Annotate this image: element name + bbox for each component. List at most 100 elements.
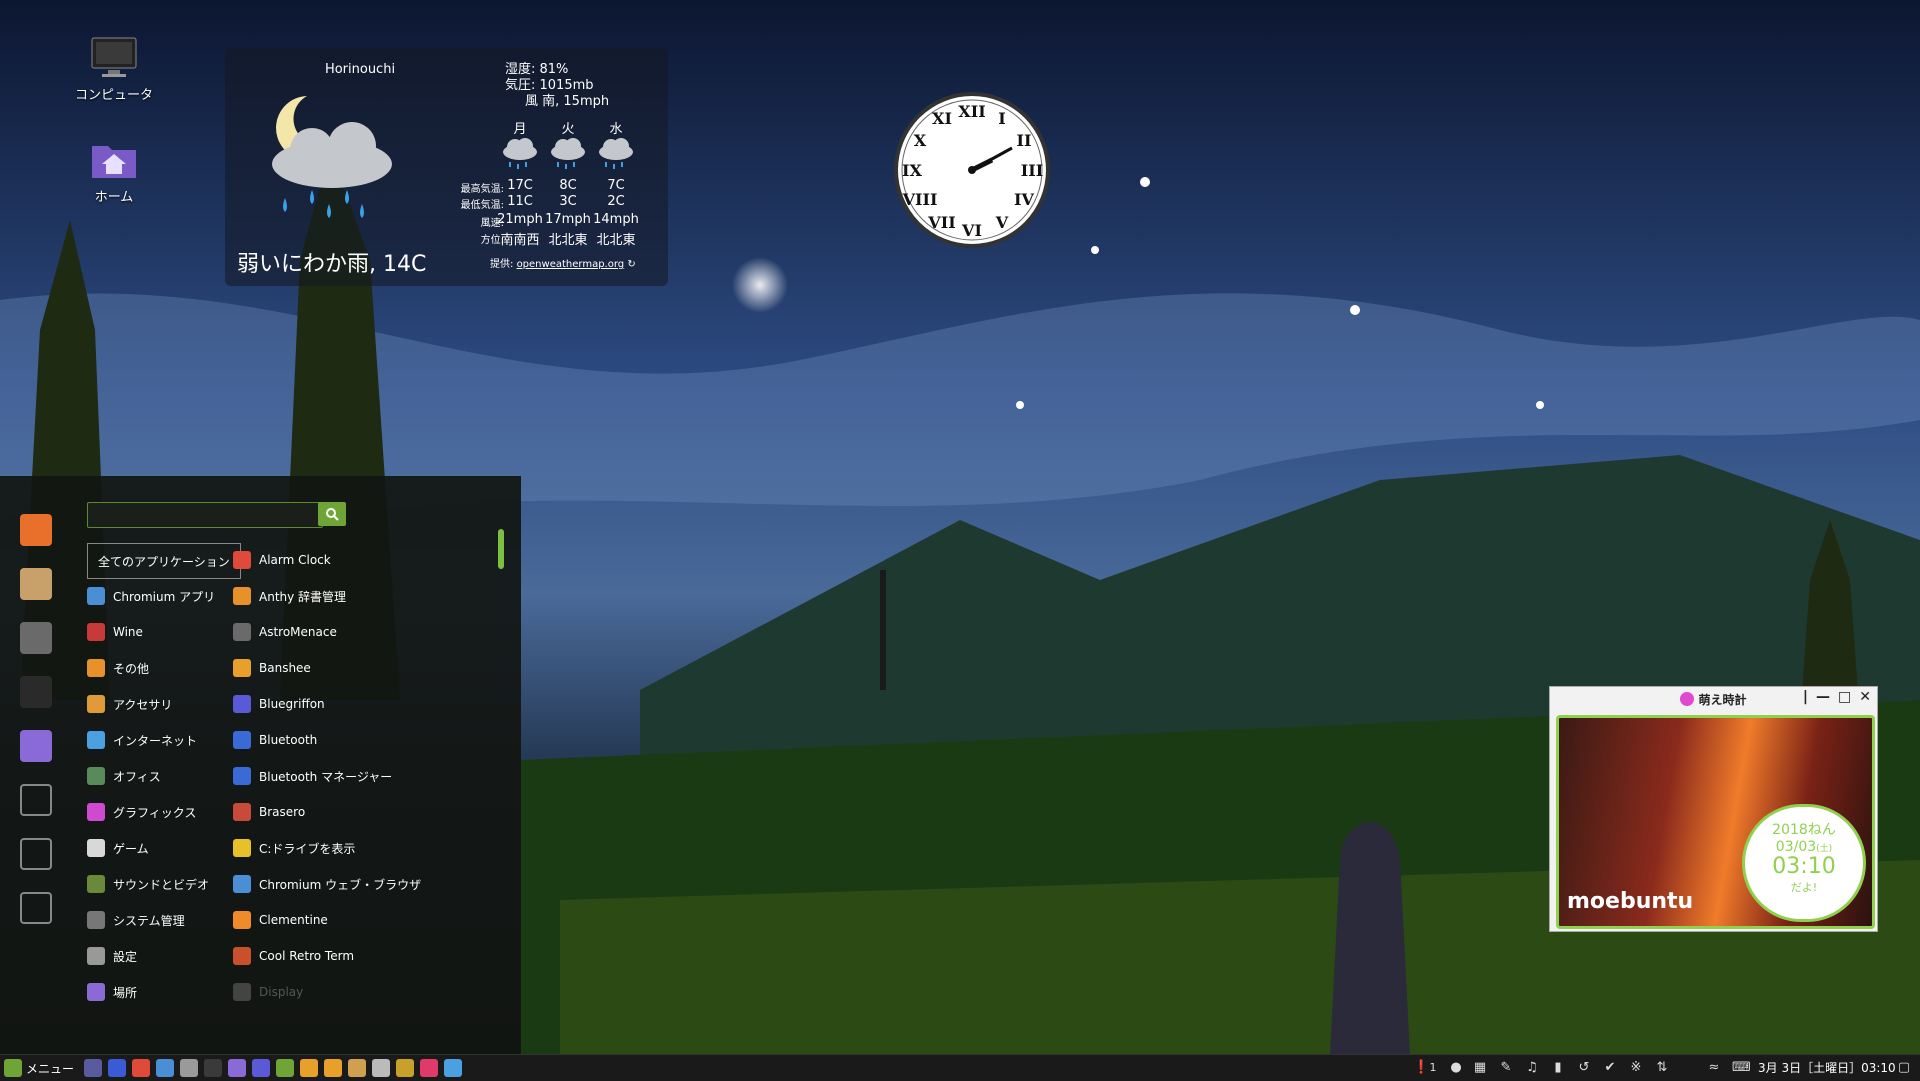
category-system[interactable]: システム管理 xyxy=(87,903,185,937)
chromium-icon[interactable] xyxy=(132,1059,150,1077)
app-item-clementine[interactable]: Clementine xyxy=(233,903,328,937)
firefox-icon[interactable] xyxy=(20,514,52,546)
app-item-c-drive[interactable]: C:ドライブを表示 xyxy=(233,831,355,865)
folder-icon[interactable] xyxy=(20,730,52,762)
system-icon xyxy=(87,911,105,929)
sound-video-icon xyxy=(87,875,105,893)
category-sound-video[interactable]: サウンドとビデオ xyxy=(87,867,209,901)
text-editor-icon[interactable] xyxy=(300,1059,318,1077)
maximize-icon[interactable]: □ xyxy=(1838,689,1851,705)
internet-icon xyxy=(87,731,105,749)
window-titlebar[interactable]: 萌え時計 | — □ ✕ xyxy=(1550,687,1877,711)
spotify-icon[interactable] xyxy=(276,1059,294,1077)
category-label: 場所 xyxy=(113,985,138,1000)
user-icon[interactable]: ● xyxy=(1448,1059,1464,1077)
web-browser-icon[interactable] xyxy=(156,1059,174,1077)
refresh-icon[interactable]: ↻ xyxy=(627,259,635,270)
menu-scrollbar[interactable] xyxy=(498,529,504,569)
terminal-icon[interactable] xyxy=(204,1059,222,1077)
lock-screen-icon[interactable] xyxy=(20,784,52,816)
search-input[interactable] xyxy=(87,502,323,528)
bluegriffon-icon[interactable] xyxy=(252,1059,270,1077)
app-item-brasero[interactable]: Brasero xyxy=(233,795,305,829)
network-icon[interactable] xyxy=(444,1059,462,1077)
category-accessories[interactable]: アクセサリ xyxy=(87,687,172,721)
app-item-bluetooth-manager[interactable]: Bluetooth マネージャー xyxy=(233,759,392,793)
category-wine[interactable]: Wine xyxy=(87,615,143,649)
category-chromium[interactable]: Chromium アプリ xyxy=(87,579,215,613)
show-desktop-icon[interactable]: ▢ xyxy=(1896,1059,1912,1077)
settings-icon[interactable] xyxy=(348,1059,366,1077)
bluegriffon-icon xyxy=(233,695,251,713)
update-icon[interactable]: ↺ xyxy=(1576,1059,1592,1077)
category-all-apps[interactable]: 全てのアプリケーション xyxy=(87,543,241,579)
app-item-banshee[interactable]: Banshee xyxy=(233,651,311,685)
banshee-icon xyxy=(233,659,251,677)
app-item-bluetooth[interactable]: Bluetooth xyxy=(233,723,317,757)
moe-date: 03/03 xyxy=(1775,839,1817,855)
app-item-bluegriffon[interactable]: Bluegriffon xyxy=(233,687,325,721)
clock-datetime[interactable]: 3月 3日［土曜日］03:10 xyxy=(1758,1059,1896,1076)
app-label: Display xyxy=(259,985,304,999)
battery-icon[interactable]: ▮ xyxy=(1550,1059,1566,1077)
menu-button[interactable]: メニュー xyxy=(4,1058,74,1078)
category-graphics[interactable]: グラフィックス xyxy=(87,795,196,829)
minimize-icon[interactable]: — xyxy=(1816,689,1830,705)
files-icon[interactable] xyxy=(228,1059,246,1077)
app-item-chromium-browser[interactable]: Chromium ウェブ・ブラウザ xyxy=(233,867,421,901)
category-label: ゲーム xyxy=(113,841,149,856)
terminal-icon[interactable] xyxy=(20,676,52,708)
app-item-astromenace[interactable]: AstroMenace xyxy=(233,615,337,649)
category-label: グラフィックス xyxy=(113,805,197,820)
category-label: アクセサリ xyxy=(113,697,173,712)
app-label: Clementine xyxy=(259,913,328,927)
app-item-anthy[interactable]: Anthy 辞書管理 xyxy=(233,579,346,613)
image-viewer-icon[interactable] xyxy=(180,1059,198,1077)
category-internet[interactable]: インターネット xyxy=(87,723,197,757)
desktop-icon-home[interactable]: ホーム xyxy=(64,136,164,205)
rain-cloud-moon-icon xyxy=(272,96,392,218)
taskbar: メニュー ❗ 1 ● ▦ ✎ ♫ ▮ ↺ ✔ ※ ⇅ ≈ ⌨ 3月 3日［土曜日… xyxy=(0,1054,1920,1081)
forecast-day: 月 xyxy=(513,122,527,137)
show-desktop-icon[interactable] xyxy=(84,1059,102,1077)
volume-icon[interactable]: ♫ xyxy=(1524,1059,1540,1077)
keyboard-icon[interactable]: ⌨ xyxy=(1732,1059,1751,1077)
bluetooth-icon[interactable]: ※ xyxy=(1628,1059,1644,1077)
app-item-alarm-clock[interactable]: Alarm Clock xyxy=(233,543,331,577)
clipboard-icon[interactable]: ▦ xyxy=(1472,1059,1488,1077)
window-menu-icon[interactable]: | xyxy=(1803,689,1808,705)
thunderbird-icon[interactable] xyxy=(108,1059,126,1077)
system-settings-icon[interactable] xyxy=(20,622,52,654)
calculator-icon[interactable] xyxy=(372,1059,390,1077)
sync-icon[interactable]: ⇅ xyxy=(1654,1059,1670,1077)
logout-icon[interactable] xyxy=(20,838,52,870)
weather-credit-link[interactable]: openweathermap.org xyxy=(517,259,625,270)
category-office[interactable]: オフィス xyxy=(87,759,161,793)
shutdown-icon[interactable] xyxy=(20,892,52,924)
category-label: サウンドとビデオ xyxy=(113,877,210,892)
app-label: Bluetooth マネージャー xyxy=(259,769,393,784)
shield-icon[interactable]: ✔ xyxy=(1602,1059,1618,1077)
chromium-icon xyxy=(87,587,105,605)
wifi-icon[interactable]: ≈ xyxy=(1706,1059,1722,1077)
search-button[interactable] xyxy=(318,502,346,526)
other-icon xyxy=(87,659,105,677)
media-player-icon[interactable] xyxy=(420,1059,438,1077)
desktop-icon-computer[interactable]: コンピュータ xyxy=(64,34,164,103)
category-settings[interactable]: 設定 xyxy=(87,939,137,973)
app-item-display[interactable]: Display xyxy=(233,975,303,1009)
package-manager-icon[interactable] xyxy=(20,568,52,600)
banshee-icon[interactable] xyxy=(324,1059,342,1077)
window-controls: | — □ ✕ xyxy=(1803,689,1871,705)
category-games[interactable]: ゲーム xyxy=(87,831,149,865)
category-label: 設定 xyxy=(113,949,138,964)
close-icon[interactable]: ✕ xyxy=(1859,689,1871,705)
category-places[interactable]: 場所 xyxy=(87,975,137,1009)
system-monitor-icon[interactable] xyxy=(396,1059,414,1077)
chromium-browser-icon xyxy=(233,875,251,893)
pen-icon[interactable]: ✎ xyxy=(1498,1059,1514,1077)
category-other[interactable]: その他 xyxy=(87,651,149,685)
app-item-cool-retro-term[interactable]: Cool Retro Term xyxy=(233,939,354,973)
forecast-windspeed: 14mph xyxy=(593,212,639,227)
speech-bubble: 2018ねん 03/03(土) 03:10 だよ! xyxy=(1742,804,1866,922)
